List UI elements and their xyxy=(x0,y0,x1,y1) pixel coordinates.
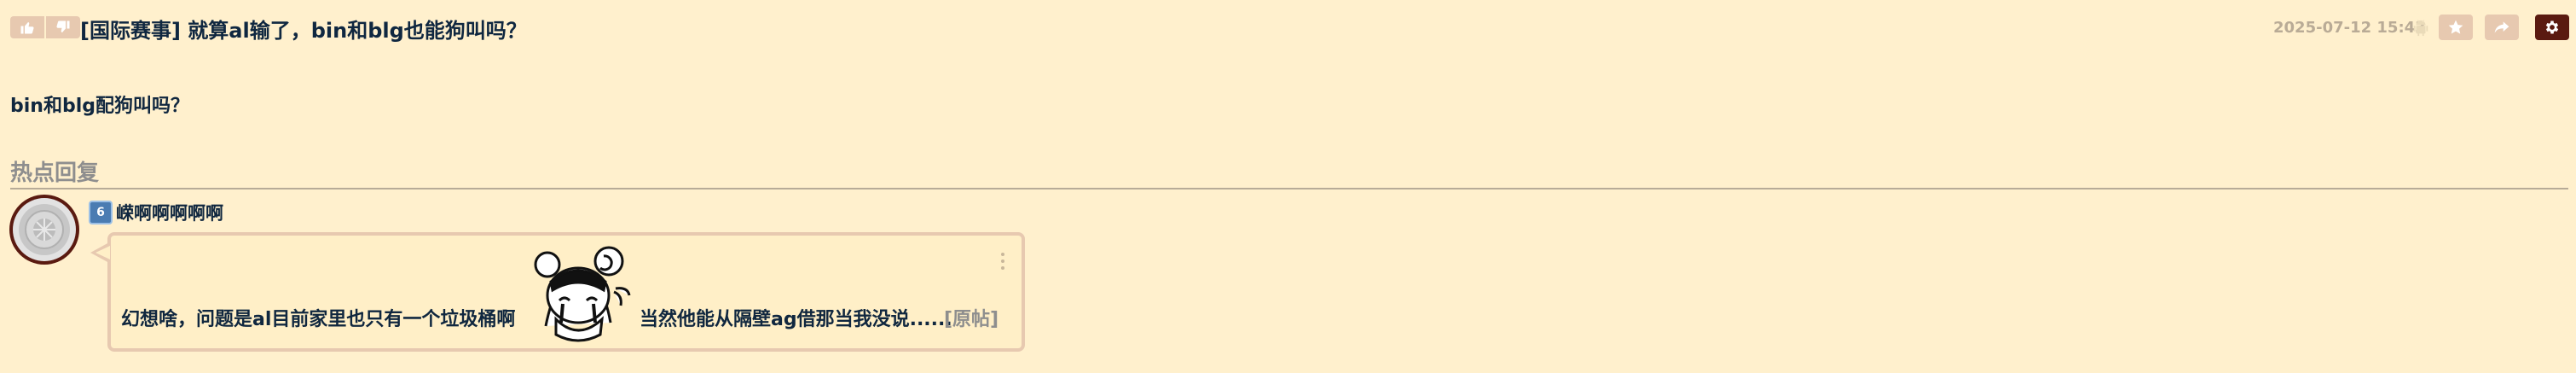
user-level-badge: 6 xyxy=(89,201,113,224)
settings-button[interactable] xyxy=(2535,15,2569,40)
hot-replies-heading: 热点回复 xyxy=(10,160,100,186)
favorite-button[interactable] xyxy=(2439,15,2473,40)
thread-body: bin和blg配狗叫吗？ xyxy=(10,96,189,117)
thumbs-up-icon xyxy=(20,22,34,34)
share-icon xyxy=(2494,21,2509,33)
reply-text-before: 幻想啥，问题是al目前家里也只有一个垃圾桶啊 xyxy=(121,309,516,330)
gear-icon xyxy=(2545,20,2559,34)
star-icon xyxy=(2448,20,2463,34)
original-post-link[interactable]: [原帖] xyxy=(944,304,999,331)
thumbs-down-icon xyxy=(56,20,70,32)
reply-text-after: 当然他能从隔壁ag借那当我没说...... xyxy=(640,309,952,330)
bubble-tail-inner xyxy=(96,246,110,259)
thread-title: [国际赛事] 就算al输了，bin和blg也能狗叫吗？ xyxy=(80,19,527,43)
avatar[interactable] xyxy=(9,195,79,265)
reply-author[interactable]: 6 嵘啊啊啊啊啊 xyxy=(89,200,223,225)
upvote-button[interactable] xyxy=(10,16,44,38)
default-avatar-icon xyxy=(13,198,76,261)
android-icon xyxy=(2411,18,2430,38)
post-date: 2025-07-12 15:43 xyxy=(2273,19,2426,37)
thread-header: [国际赛事] 就算al输了，bin和blg也能狗叫吗？ 2025-07-12 1… xyxy=(0,0,2576,58)
vote-group xyxy=(10,16,80,38)
username: 嵘啊啊啊啊啊 xyxy=(116,203,223,224)
more-vertical-icon[interactable] xyxy=(999,253,1006,270)
crying-anime-girl-sticker xyxy=(522,241,633,345)
share-button[interactable] xyxy=(2485,15,2519,40)
section-divider xyxy=(10,188,2568,189)
downvote-button[interactable] xyxy=(46,16,80,38)
